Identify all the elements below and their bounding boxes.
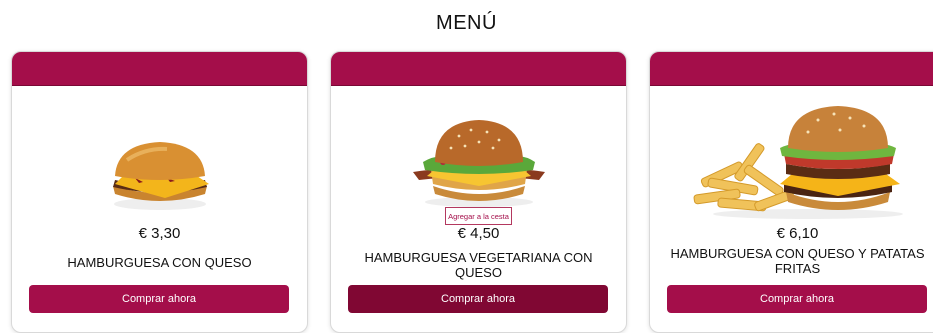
card-header — [650, 52, 933, 86]
product-price: € 6,10 — [776, 225, 819, 242]
product-name: HAMBURGUESA CON QUESO — [67, 255, 252, 270]
buy-now-button[interactable]: Comprar ahora — [348, 285, 608, 313]
card-header — [12, 52, 307, 86]
buy-now-button[interactable]: Comprar ahora — [667, 285, 927, 313]
product-price: € 4,50 — [457, 225, 500, 242]
product-name: HAMBURGUESA CON QUESO Y PATATAS FRITAS — [670, 246, 925, 276]
card-header — [331, 52, 626, 86]
product-card: € 6,10 HAMBURGUESA CON QUESO Y PATATAS F… — [649, 51, 933, 333]
product-card: Agregar a la cesta € 4,50 HAMBURGUESA VE… — [330, 51, 627, 333]
buy-now-button[interactable]: Comprar ahora — [29, 285, 289, 313]
product-card: € 3,30 HAMBURGUESA CON QUESO Comprar aho… — [11, 51, 308, 333]
veggie-burger-image — [331, 116, 626, 208]
cheeseburger-image — [12, 140, 307, 212]
product-price: € 3,30 — [138, 225, 181, 242]
page-title: MENÚ — [436, 12, 497, 34]
burger-fries-image — [650, 100, 933, 220]
product-name: HAMBURGUESA VEGETARIANA CON QUESO — [364, 250, 593, 280]
add-to-basket-button[interactable]: Agregar a la cesta — [445, 207, 512, 225]
